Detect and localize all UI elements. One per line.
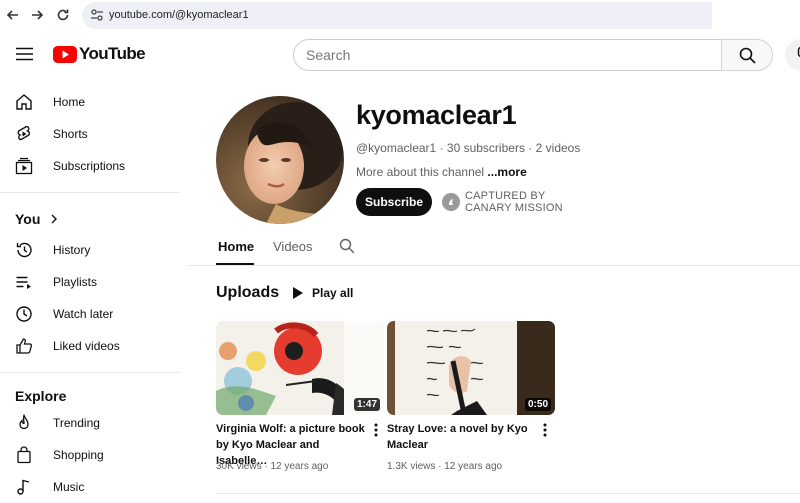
canary-mission-logo-icon	[442, 193, 460, 211]
video-thumbnail[interactable]: 1:47	[216, 321, 384, 415]
search-box[interactable]	[293, 39, 723, 71]
video-title-line: Virginia Wolf: a picture book	[216, 423, 365, 435]
search-input[interactable]	[306, 47, 706, 63]
more-about-text: More about this channel	[356, 165, 487, 179]
view-count: 30K views	[216, 461, 262, 472]
sidebar-you-heading[interactable]: You	[15, 211, 59, 227]
sidebar-item-shopping[interactable]: Shopping	[0, 439, 180, 471]
video-age: 12 years ago	[444, 461, 502, 472]
thumbs-up-icon	[15, 337, 33, 355]
sidebar-item-label: Liked videos	[53, 339, 120, 353]
voice-search-button[interactable]	[785, 39, 800, 71]
microphone-icon	[796, 47, 800, 63]
youtube-logo[interactable]: YouTube	[53, 44, 145, 64]
play-icon	[292, 286, 304, 300]
meta-separator: ·	[528, 141, 535, 155]
reload-icon[interactable]	[54, 6, 72, 24]
sidebar-item-watch-later[interactable]: Watch later	[0, 298, 180, 330]
home-icon	[15, 93, 33, 111]
forward-arrow-icon[interactable]	[28, 6, 46, 24]
search-button[interactable]	[721, 39, 773, 71]
trending-icon	[15, 414, 33, 432]
sidebar-item-label: Shorts	[53, 127, 88, 141]
meta-separator: ·	[440, 141, 447, 155]
menu-icon[interactable]	[16, 47, 33, 66]
url-text: youtube.com/@kyomaclear1	[109, 9, 249, 21]
subscriptions-icon	[15, 157, 33, 175]
play-all-button[interactable]: Play all	[292, 286, 353, 300]
you-heading-label: You	[15, 211, 40, 227]
subscribe-button[interactable]: Subscribe	[356, 188, 432, 216]
video-count: 2 videos	[536, 141, 581, 155]
sidebar-item-subscriptions[interactable]: Subscriptions	[0, 150, 180, 182]
sidebar-item-label: Trending	[53, 416, 100, 430]
channel-description[interactable]: More about this channel ...more	[356, 165, 527, 179]
sidebar-divider	[0, 192, 179, 193]
video-title[interactable]: Stray Love: a novel by Kyo Maclear	[387, 421, 537, 453]
channel-meta: @kyomaclear1 · 30 subscribers · 2 videos	[356, 141, 580, 155]
logo-wordmark: YouTube	[79, 44, 145, 64]
sidebar-item-label: Shopping	[53, 448, 104, 462]
sidebar-item-music[interactable]: Music	[0, 471, 180, 503]
captured-line-2: CANARY MISSION	[465, 202, 563, 214]
captured-text: CAPTURED BY CANARY MISSION	[465, 190, 563, 214]
play-all-label: Play all	[312, 286, 353, 300]
site-settings-icon[interactable]	[90, 8, 104, 27]
sidebar-item-label: History	[53, 243, 90, 257]
sidebar-item-label: Playlists	[53, 275, 97, 289]
video-duration: 1:47	[354, 398, 380, 411]
captured-badge[interactable]: CAPTURED BY CANARY MISSION	[442, 190, 563, 214]
music-note-icon	[15, 478, 33, 496]
video-title-line: Maclear	[387, 439, 428, 451]
youtube-play-logo-icon	[53, 46, 77, 63]
shopping-bag-icon	[15, 446, 33, 464]
channel-name: kyomaclear1	[356, 100, 516, 131]
sidebar-divider	[0, 372, 179, 373]
view-count: 1.3K views	[387, 461, 435, 472]
tabs-divider	[188, 265, 800, 266]
tab-search-icon[interactable]	[339, 238, 355, 259]
sidebar-item-playlists[interactable]: Playlists	[0, 266, 180, 298]
address-bar[interactable]: youtube.com/@kyomaclear1	[82, 2, 712, 29]
video-more-options-icon[interactable]	[539, 422, 551, 438]
channel-avatar[interactable]	[216, 96, 344, 224]
chevron-right-icon	[49, 213, 59, 225]
uploads-heading[interactable]: Uploads	[216, 284, 279, 302]
back-arrow-icon[interactable]	[4, 6, 22, 24]
video-meta: 1.3K views · 12 years ago	[387, 461, 502, 472]
subscriber-count: 30 subscribers	[447, 141, 525, 155]
sidebar-item-label: Home	[53, 95, 85, 109]
sidebar-item-home[interactable]: Home	[0, 86, 180, 118]
shorts-icon	[15, 125, 33, 143]
sidebar-item-liked-videos[interactable]: Liked videos	[0, 330, 180, 362]
history-icon	[15, 241, 33, 259]
video-meta: 30K views · 12 years ago	[216, 461, 328, 472]
playlists-icon	[15, 273, 33, 291]
sidebar-item-label: Music	[53, 480, 84, 494]
sidebar-item-label: Subscriptions	[53, 159, 125, 173]
tab-home[interactable]: Home	[218, 239, 254, 254]
browser-extension-area	[712, 2, 800, 29]
sidebar-explore-heading: Explore	[15, 388, 66, 404]
video-title-line: Stray Love: a novel by Kyo	[387, 423, 528, 435]
video-thumbnail[interactable]: 0:50	[387, 321, 555, 415]
video-duration: 0:50	[525, 398, 551, 411]
browser-toolbar: youtube.com/@kyomaclear1	[0, 0, 800, 31]
more-link[interactable]: ...more	[487, 165, 526, 179]
captured-line-1: CAPTURED BY	[465, 190, 545, 202]
sidebar-item-label: Watch later	[53, 307, 113, 321]
tab-videos[interactable]: Videos	[273, 239, 313, 254]
video-age: 12 years ago	[270, 461, 328, 472]
search-icon	[739, 47, 756, 64]
sidebar-item-history[interactable]: History	[0, 234, 180, 266]
channel-handle: @kyomaclear1	[356, 141, 436, 155]
video-more-options-icon[interactable]	[370, 422, 382, 438]
sidebar-item-shorts[interactable]: Shorts	[0, 118, 180, 150]
sidebar-item-trending[interactable]: Trending	[0, 407, 180, 439]
watch-later-icon	[15, 305, 33, 323]
